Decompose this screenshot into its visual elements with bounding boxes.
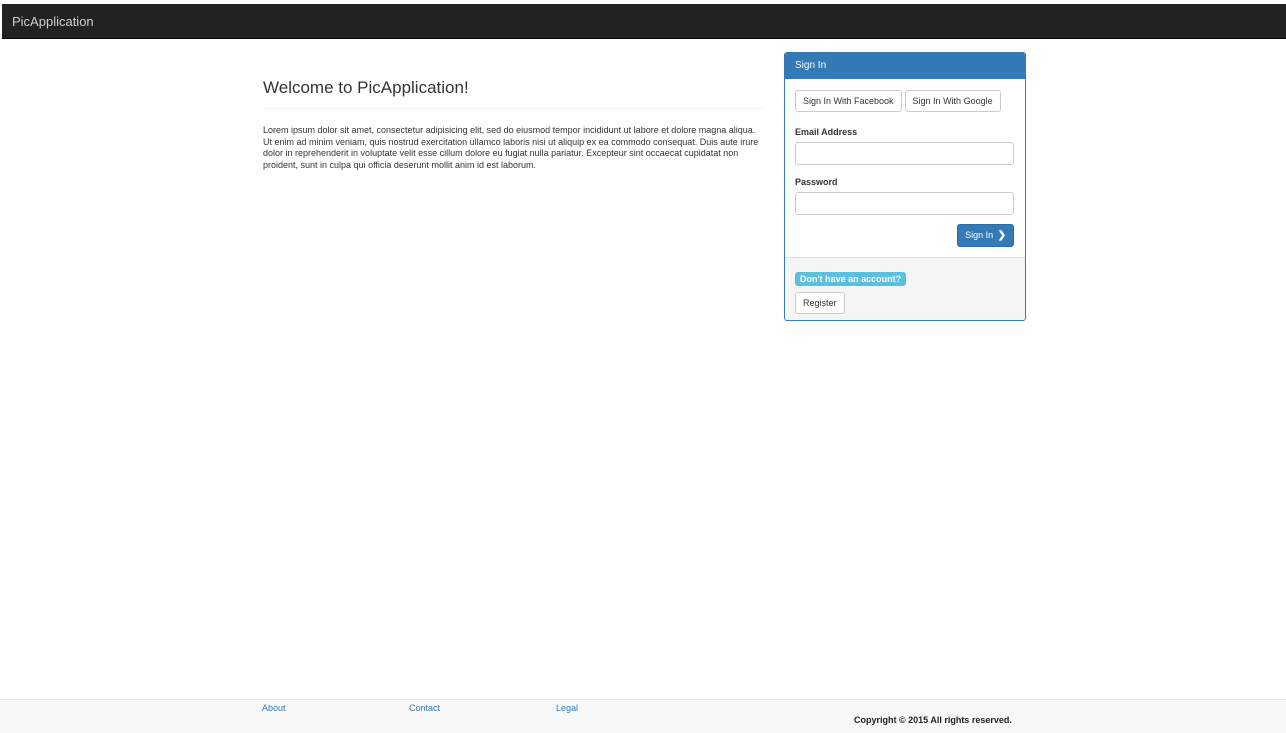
email-field[interactable] [795,142,1014,165]
signin-submit-button[interactable]: Sign In ❯ [957,224,1014,247]
social-signin-row: Sign In With Facebook Sign In With Googl… [795,90,1001,112]
signin-submit-label: Sign In [965,230,994,240]
welcome-section: Welcome to PicApplication! Lorem ipsum d… [263,78,763,171]
app-root: PicApplication Welcome to PicApplication… [0,0,1286,733]
footer-link-legal[interactable]: Legal [556,703,578,713]
password-label: Password [795,177,838,187]
page-footer: About Contact Legal Copyright © 2015 All… [0,699,1286,733]
no-account-badge: Don't have an account? [795,272,907,286]
navbar-brand-link[interactable]: PicApplication [12,14,94,29]
signin-panel-heading: Sign In [785,53,1025,79]
signin-panel: Sign In Sign In With Facebook Sign In Wi… [784,52,1026,321]
password-field[interactable] [795,192,1014,215]
register-button[interactable]: Register [795,292,845,314]
signin-panel-footer: Don't have an account? Register [785,257,1025,320]
email-label: Email Address [795,127,858,137]
signin-google-button[interactable]: Sign In With Google [904,90,1001,112]
copyright-text: Copyright © 2015 All rights reserved. [854,715,1012,725]
page-title: Welcome to PicApplication! [263,78,763,109]
signin-facebook-button[interactable]: Sign In With Facebook [795,90,902,112]
top-navbar: PicApplication [2,4,1286,39]
footer-link-contact[interactable]: Contact [409,703,440,713]
welcome-paragraph: Lorem ipsum dolor sit amet, consectetur … [263,125,759,170]
chevron-right-icon: ❯ [997,230,1006,241]
footer-link-about[interactable]: About [262,703,286,713]
